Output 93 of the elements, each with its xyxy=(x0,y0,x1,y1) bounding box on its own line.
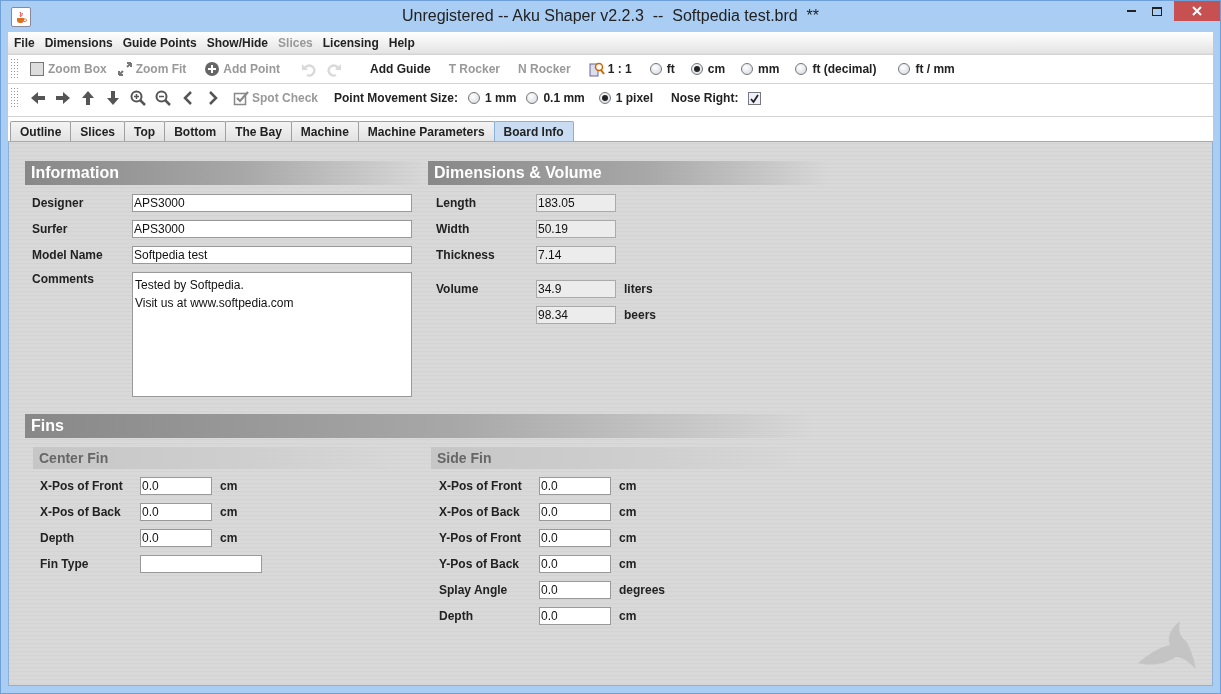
plus-circle-icon xyxy=(204,61,221,77)
tab[interactable]: Machine Parameters xyxy=(357,121,495,141)
text-field[interactable]: APS3000 xyxy=(132,194,412,212)
unit-label: cm xyxy=(619,505,637,519)
field-label: Y-Pos of Front xyxy=(439,531,522,545)
field-label: Designer xyxy=(32,196,85,210)
field-label: Width xyxy=(436,222,471,236)
unit-label: beers xyxy=(624,308,657,322)
unit-label: cm xyxy=(619,531,637,545)
checkbox-icon xyxy=(233,90,249,106)
radio-button[interactable]: ft (decimal) xyxy=(795,62,877,76)
arrow-left-icon[interactable] xyxy=(30,90,46,106)
toolbar-button[interactable]: Add Guide xyxy=(368,60,433,78)
tab[interactable]: Top xyxy=(124,121,166,141)
field-label: Surfer xyxy=(32,222,69,236)
text-field[interactable]: 0.0 xyxy=(539,503,611,521)
menu-item[interactable]: Dimensions xyxy=(42,33,119,52)
radio-button[interactable]: ft / mm xyxy=(898,62,955,76)
field-label: Length xyxy=(436,196,477,210)
unit-label: cm xyxy=(619,479,637,493)
field-label: X-Pos of Back xyxy=(439,505,521,519)
radio-button[interactable]: 0.1 mm xyxy=(526,91,585,105)
toolbar-label: Point Movement Size: xyxy=(334,91,459,105)
toolbar-grip[interactable] xyxy=(10,58,19,80)
zoom-out-icon[interactable] xyxy=(155,90,171,106)
arrow-up-icon[interactable] xyxy=(80,90,96,106)
zoom-in-icon[interactable] xyxy=(130,90,146,106)
app-icon xyxy=(11,6,31,27)
diagonal-arrows-icon xyxy=(116,61,133,77)
comments-field[interactable]: Tested by Softpedia. Visit us at www.softpedia.com xyxy=(132,272,412,397)
field-label: X-Pos of Front xyxy=(40,479,124,493)
text-field[interactable] xyxy=(140,555,262,573)
close-button[interactable] xyxy=(1174,1,1220,21)
arrow-right-icon[interactable] xyxy=(55,90,71,106)
toolbar-button[interactable]: 1 : 1 xyxy=(586,59,634,79)
text-field[interactable]: 0.0 xyxy=(539,477,611,495)
field-label: Splay Angle xyxy=(439,583,509,597)
field-label: X-Pos of Back xyxy=(40,505,122,519)
text-field[interactable]: APS3000 xyxy=(132,220,412,238)
unit-label: cm xyxy=(220,505,238,519)
radio-button[interactable]: 1 pixel xyxy=(598,91,654,105)
readonly-field[interactable]: 98.34 xyxy=(536,306,616,324)
readonly-field[interactable]: 7.14 xyxy=(536,246,616,264)
maximize-icon xyxy=(1152,6,1162,16)
text-field[interactable]: 0.0 xyxy=(140,477,212,495)
tab[interactable]: Machine xyxy=(290,121,359,141)
tab[interactable]: Slices xyxy=(70,121,126,141)
field-label: Depth xyxy=(40,531,75,545)
readonly-field[interactable]: 34.9 xyxy=(536,280,616,298)
window-title: Unregistered -- Aku Shaper v2.2.3 -- Softpedia test.brd ** xyxy=(401,7,820,25)
text-field[interactable]: 0.0 xyxy=(140,529,212,547)
menu-item[interactable]: Show/Hide xyxy=(204,33,275,52)
menu-item[interactable]: Help xyxy=(386,33,421,52)
field-label: Depth xyxy=(439,609,474,623)
field-label: Comments xyxy=(32,272,95,286)
unit-label: cm xyxy=(220,531,238,545)
unit-label: degrees xyxy=(619,583,666,597)
tab[interactable]: Board Info xyxy=(493,121,574,141)
menu-item[interactable]: Licensing xyxy=(320,33,385,52)
menu-item[interactable]: Guide Points xyxy=(120,33,203,52)
magnifier-icon xyxy=(588,61,605,77)
close-icon xyxy=(1192,6,1202,16)
radio-button[interactable]: cm xyxy=(690,62,726,76)
field-label: Y-Pos of Back xyxy=(439,557,521,571)
unit-label: cm xyxy=(619,609,637,623)
readonly-field[interactable]: 50.19 xyxy=(536,220,616,238)
text-field[interactable]: 0.0 xyxy=(539,555,611,573)
tab[interactable]: Outline xyxy=(10,121,72,141)
arrow-down-icon[interactable] xyxy=(105,90,121,106)
radio-button[interactable]: mm xyxy=(741,62,780,76)
field-label: X-Pos of Front xyxy=(439,479,523,493)
text-field[interactable]: 0.0 xyxy=(539,581,611,599)
field-label: Model Name xyxy=(32,248,104,262)
menu-item[interactable]: File xyxy=(12,33,41,52)
field-label: Fin Type xyxy=(40,557,90,571)
radio-button[interactable]: ft xyxy=(649,62,675,76)
unit-label: liters xyxy=(624,282,653,296)
text-field[interactable]: 0.0 xyxy=(539,607,611,625)
text-field[interactable]: 0.0 xyxy=(140,503,212,521)
radio-button[interactable]: 1 mm xyxy=(468,91,517,105)
text-field[interactable]: Softpedia test xyxy=(132,246,412,264)
toolbar-label: Nose Right: xyxy=(671,91,739,105)
checkbox[interactable] xyxy=(748,91,762,105)
field-label: Thickness xyxy=(436,248,496,262)
square-icon xyxy=(29,61,45,77)
text-field[interactable]: 0.0 xyxy=(539,529,611,547)
minimize-icon xyxy=(1126,10,1136,12)
tab[interactable]: Bottom xyxy=(164,121,227,141)
unit-label: cm xyxy=(619,557,637,571)
readonly-field[interactable]: 183.05 xyxy=(536,194,616,212)
tab[interactable]: The Bay xyxy=(225,121,292,141)
field-label: Volume xyxy=(436,282,480,296)
unit-label: cm xyxy=(220,479,238,493)
